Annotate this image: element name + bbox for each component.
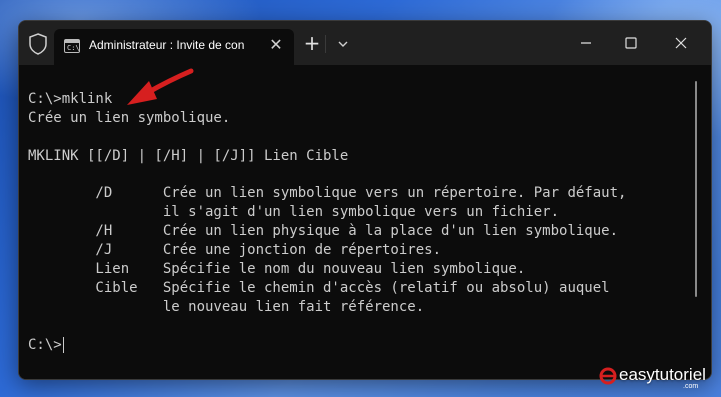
title-bar: C:\ Administrateur : Invite de con ✕ + — [19, 21, 711, 65]
watermark-brand: easytutoriel — [619, 365, 706, 384]
logo-icon — [599, 367, 617, 385]
text-cursor — [63, 337, 64, 353]
terminal-line: Cible Spécifie le chemin d'accès (relati… — [28, 280, 610, 296]
plus-icon[interactable]: + — [301, 33, 323, 55]
watermark-domain: .com — [683, 383, 699, 390]
scrollbar[interactable] — [695, 81, 697, 297]
terminal-window: C:\ Administrateur : Invite de con ✕ + C… — [18, 20, 712, 380]
maximize-icon[interactable] — [609, 29, 653, 57]
chevron-down-icon[interactable] — [332, 33, 354, 55]
terminal-line: le nouveau lien fait référence. — [28, 299, 425, 315]
terminal-line: MKLINK [[/D] | [/H] | [/J]] Lien Cible — [28, 148, 349, 164]
watermark-logo: easytutoriel .com — [597, 363, 717, 390]
divider — [325, 35, 326, 53]
terminal-line: /H Crée un lien physique à la place d'un… — [28, 223, 619, 239]
terminal-prompt: C:\> — [28, 337, 62, 353]
terminal-icon: C:\ — [64, 39, 80, 53]
terminal-line: il s'agit d'un lien symbolique vers un f… — [28, 204, 560, 220]
terminal-line: Lien Spécifie le nom du nouveau lien sym… — [28, 261, 526, 277]
arrow-annotation — [127, 68, 194, 105]
close-window-icon[interactable] — [659, 29, 703, 57]
terminal-line: /D Crée un lien symbolique vers un réper… — [28, 185, 627, 201]
terminal-line: C:\>mklink — [28, 91, 113, 107]
tab-title: Administrateur : Invite de con — [89, 38, 245, 52]
terminal-line: /J Crée une jonction de répertoires. — [28, 242, 442, 258]
shield-icon — [29, 33, 47, 55]
tab-command-prompt[interactable]: C:\ Administrateur : Invite de con ✕ — [54, 29, 294, 65]
close-icon[interactable]: ✕ — [266, 35, 286, 55]
minimize-icon[interactable] — [564, 29, 608, 57]
